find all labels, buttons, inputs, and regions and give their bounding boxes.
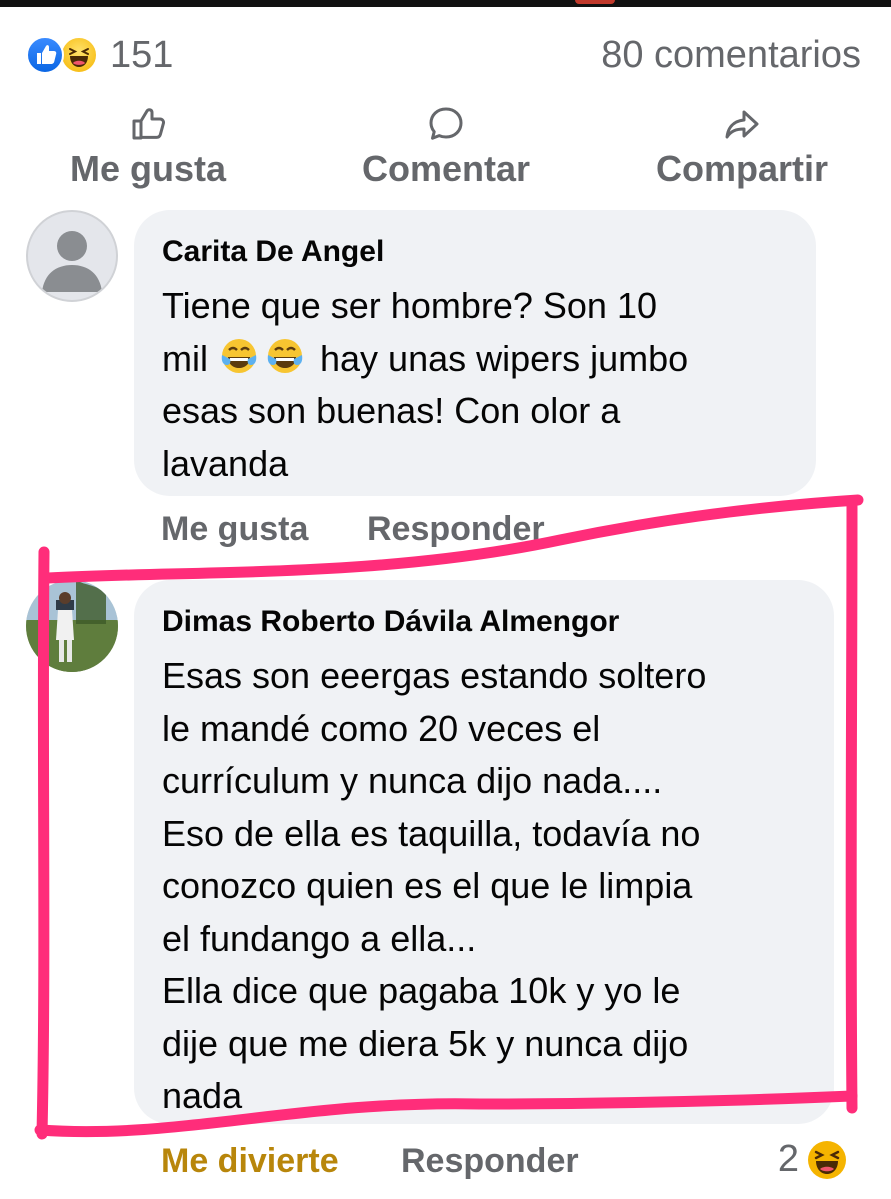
share-arrow-icon: [725, 110, 759, 139]
comment-line: lavanda: [162, 442, 289, 484]
comment-bubble-icon: [429, 107, 463, 140]
like-button[interactable]: Me gusta: [64, 104, 232, 190]
like-reaction-icon: [26, 36, 64, 74]
haha-reaction-icon: [60, 36, 98, 74]
comment-label: Comentar: [361, 148, 531, 189]
share-label: Compartir: [655, 148, 829, 189]
default-profile-icon: [42, 231, 102, 292]
reaction-count[interactable]: 151: [110, 34, 173, 77]
comments-count[interactable]: 80 comentarios: [601, 34, 861, 77]
comment-reaction-count[interactable]: 2: [778, 1138, 799, 1181]
haha-reaction-icon[interactable]: [807, 1140, 847, 1180]
comment-line: esas son buenas! Con olor a: [162, 390, 621, 431]
comment-line: Esas son eeergas estando soltero: [162, 655, 707, 696]
comment-line: mil: [162, 337, 208, 379]
comment-reply-button[interactable]: Responder: [401, 1142, 579, 1181]
comment-button[interactable]: Comentar: [354, 104, 538, 190]
comment-line: Eso de ella es taquilla, todavía no: [162, 812, 701, 854]
thumbs-up-icon: [132, 108, 166, 140]
comment-line: le mandé como 20 veces el: [162, 707, 601, 749]
avatar-photo[interactable]: [26, 580, 118, 672]
comment-line: conozco quien es el que le limpia: [162, 865, 693, 906]
comment-bubble: Dimas Roberto Dávila Almengor Esas son e…: [134, 580, 834, 1124]
tears-of-joy-emoji-icon: [267, 338, 303, 373]
comment-bubble: Carita De Angel Tiene que ser hombre? So…: [134, 210, 816, 496]
profile-photo: [26, 580, 118, 672]
comment-line: el fundango a ella...: [162, 917, 477, 959]
comment-reaction-button[interactable]: Me divierte: [161, 1142, 339, 1181]
comment-text: Tiene que ser hombre? Son 10 mil hay una…: [162, 280, 788, 490]
like-label: Me gusta: [69, 148, 227, 189]
comment-author[interactable]: Carita De Angel: [162, 232, 788, 272]
comment-line: Tiene que ser hombre? Son 10: [162, 285, 657, 326]
comment-line-with-emoji: mil hay unas wipers jumbo: [162, 333, 788, 386]
comment-line: nada: [162, 1075, 243, 1116]
status-bar-edge: [0, 0, 891, 7]
status-bar-accent: [575, 0, 615, 4]
comment-line: Ella dice que pagaba 10k y yo le: [162, 970, 681, 1011]
reactions-summary: 151 80 comentarios: [26, 32, 861, 78]
reaction-icons[interactable]: [26, 36, 104, 76]
share-button[interactable]: Compartir: [648, 104, 836, 190]
comment-text: Esas son eeergas estando soltero le mand…: [162, 650, 806, 1123]
comment-line: dije que me diera 5k y nunca dijo: [162, 1022, 689, 1064]
comment-line: currículum y nunca dijo nada....: [162, 760, 663, 801]
comment-reply-button[interactable]: Responder: [367, 510, 545, 549]
tears-of-joy-emoji-icon: [221, 338, 257, 373]
comment-like-button[interactable]: Me gusta: [161, 510, 308, 549]
comment-author[interactable]: Dimas Roberto Dávila Almengor: [162, 602, 806, 642]
comment-line: hay unas wipers jumbo: [320, 337, 689, 379]
avatar-default[interactable]: [26, 210, 118, 302]
